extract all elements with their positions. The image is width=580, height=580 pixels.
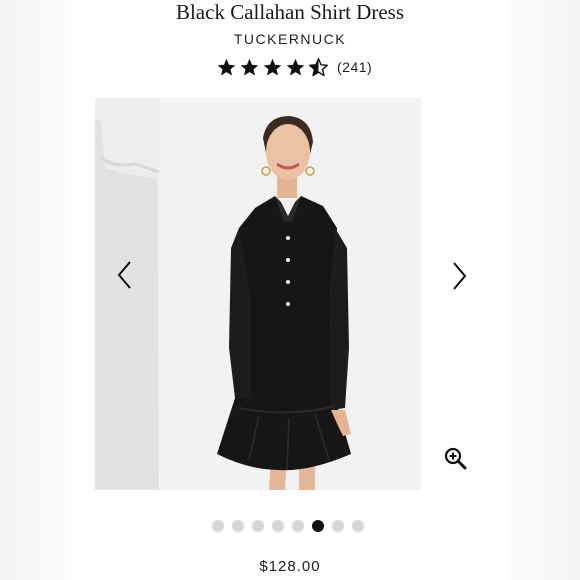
pagination-dot[interactable] xyxy=(292,520,304,532)
product-price: $128.00 xyxy=(259,558,321,575)
pagination-dot[interactable] xyxy=(332,520,344,532)
gallery-pagination[interactable] xyxy=(212,520,364,532)
product-brand[interactable]: TUCKERNUCK xyxy=(0,30,580,48)
page-margin-right xyxy=(508,0,580,580)
star-icon xyxy=(217,58,236,76)
zoom-in-icon[interactable] xyxy=(443,446,467,470)
pagination-dot[interactable] xyxy=(232,520,244,532)
page-margin-left xyxy=(0,0,72,580)
chevron-right-icon[interactable] xyxy=(445,256,475,296)
star-icon xyxy=(240,58,259,76)
pagination-dot[interactable] xyxy=(352,520,364,532)
chevron-left-icon[interactable] xyxy=(109,255,139,295)
half-star-icon xyxy=(309,57,328,76)
pagination-dot-active[interactable] xyxy=(312,520,324,532)
pagination-dot[interactable] xyxy=(272,520,284,532)
pagination-dot[interactable] xyxy=(252,520,264,532)
product-image[interactable] xyxy=(159,98,421,490)
product-title: Black Callahan Shirt Dress xyxy=(175,0,405,24)
rating[interactable]: (241) xyxy=(216,56,372,78)
image-gallery[interactable] xyxy=(95,98,507,490)
pagination-dot[interactable] xyxy=(212,520,224,532)
star-icon xyxy=(286,58,305,76)
star-icon xyxy=(263,58,282,76)
rating-count: (241) xyxy=(337,59,373,75)
